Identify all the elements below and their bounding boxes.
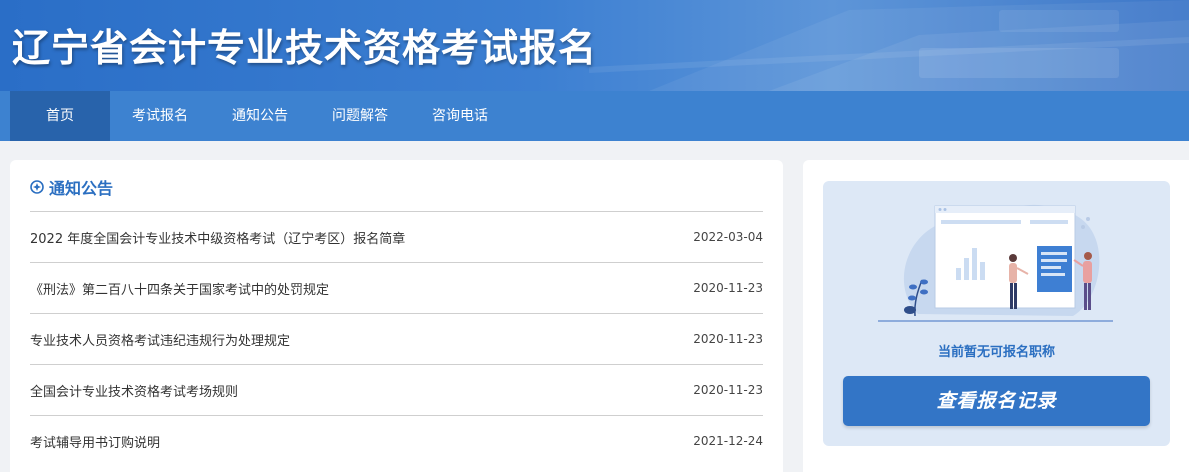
notice-panel-header: 通知公告 [30, 177, 114, 198]
view-registration-records-button[interactable]: 查看报名记录 [843, 376, 1150, 426]
notice-date: 2020-11-23 [693, 383, 763, 397]
notice-title[interactable]: 专业技术人员资格考试违纪违规行为处理规定 [30, 330, 290, 349]
list-item[interactable]: 2022 年度全国会计专业技术中级资格考试（辽宁考区）报名简章 2022-03-… [30, 211, 763, 262]
notice-panel: 通知公告 2022 年度全国会计专业技术中级资格考试（辽宁考区）报名简章 202… [10, 160, 783, 472]
registration-status: 当前暂无可报名职称 [937, 345, 1055, 360]
nav-item-home[interactable]: 首页 [10, 91, 110, 141]
nav-item-registration[interactable]: 考试报名 [110, 91, 210, 141]
presentation-illustration [878, 204, 1113, 322]
list-item[interactable]: 专业技术人员资格考试违纪违规行为处理规定 2020-11-23 [30, 313, 763, 364]
nav-item-faq[interactable]: 问题解答 [310, 91, 410, 141]
notice-title[interactable]: 2022 年度全国会计专业技术中级资格考试（辽宁考区）报名简章 [30, 228, 405, 247]
compass-icon [30, 180, 44, 194]
notice-date: 2020-11-23 [693, 281, 763, 295]
main-nav: 首页 考试报名 通知公告 问题解答 咨询电话 [0, 91, 1189, 141]
notice-date: 2022-03-04 [693, 230, 763, 244]
notice-panel-title: 通知公告 [49, 179, 114, 198]
registration-panel: 当前暂无可报名职称 查看报名记录 [803, 160, 1189, 472]
notice-date: 2021-12-24 [693, 434, 763, 448]
list-item[interactable]: 《刑法》第二百八十四条关于国家考试中的处罚规定 2020-11-23 [30, 262, 763, 313]
banner-decoration [589, 0, 1189, 91]
notice-title[interactable]: 《刑法》第二百八十四条关于国家考试中的处罚规定 [30, 279, 329, 298]
list-item[interactable]: 考试辅导用书订购说明 2021-12-24 [30, 415, 763, 466]
header-banner: 辽宁省会计专业技术资格考试报名 [0, 0, 1189, 91]
notice-list: 2022 年度全国会计专业技术中级资格考试（辽宁考区）报名简章 2022-03-… [30, 211, 763, 466]
nav-item-hotline[interactable]: 咨询电话 [410, 91, 510, 141]
notice-title[interactable]: 全国会计专业技术资格考试考场规则 [30, 381, 238, 400]
list-item[interactable]: 全国会计专业技术资格考试考场规则 2020-11-23 [30, 364, 763, 415]
notice-date: 2020-11-23 [693, 332, 763, 346]
registration-card: 当前暂无可报名职称 查看报名记录 [823, 181, 1170, 446]
notice-title[interactable]: 考试辅导用书订购说明 [30, 432, 160, 451]
nav-item-notices[interactable]: 通知公告 [210, 91, 310, 141]
page-title: 辽宁省会计专业技术资格考试报名 [12, 26, 598, 70]
